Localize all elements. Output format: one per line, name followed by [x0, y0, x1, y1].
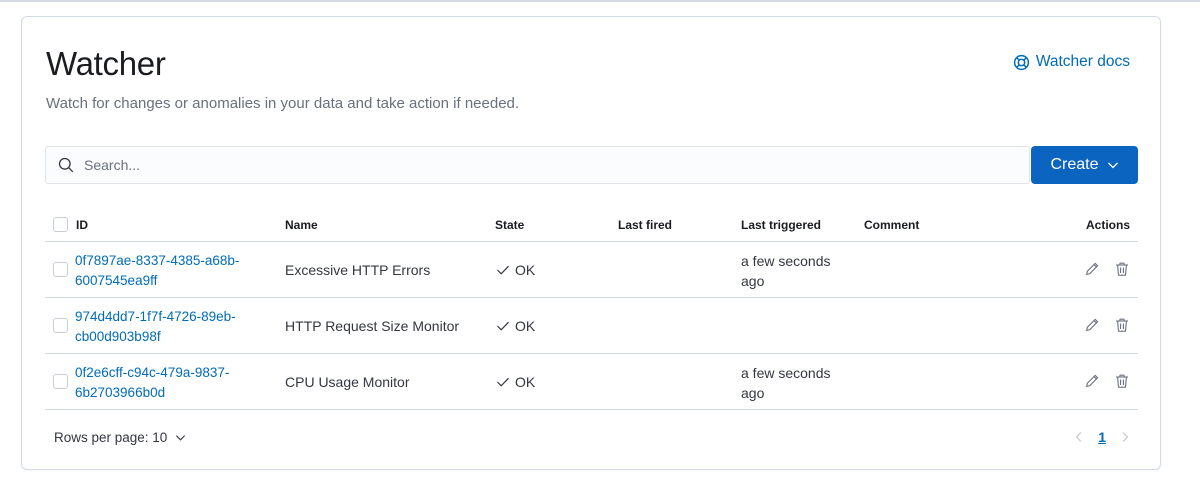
row-checkbox[interactable] [53, 374, 68, 389]
column-header-actions: Actions [1085, 218, 1130, 232]
column-header-id[interactable]: ID [76, 218, 88, 232]
create-button[interactable]: Create [1031, 146, 1138, 184]
trash-icon[interactable] [1114, 373, 1130, 389]
select-all-checkbox[interactable] [53, 217, 68, 232]
watch-state: OK [496, 374, 535, 390]
watch-last-triggered: a few seconds ago [741, 253, 831, 289]
pencil-icon[interactable] [1084, 317, 1100, 333]
watch-state: OK [496, 262, 535, 278]
watch-state: OK [496, 318, 535, 334]
table-row: 0f2e6cff-c94c-479a-9837-6b2703966b0d CPU… [45, 354, 1138, 410]
search-bar[interactable] [45, 146, 1030, 184]
watcher-docs-link[interactable]: Watcher docs [1013, 53, 1130, 71]
help-circle-icon [1013, 54, 1030, 71]
search-input[interactable] [84, 157, 984, 173]
column-header-last-fired[interactable]: Last fired [618, 218, 672, 232]
column-header-name[interactable]: Name [285, 218, 318, 232]
check-icon [496, 376, 510, 388]
check-icon [496, 264, 510, 276]
watch-state-label: OK [515, 374, 536, 390]
check-icon [496, 320, 510, 332]
rows-per-page-label: Rows per page: 10 [54, 430, 168, 445]
watch-id-link[interactable]: 0f7897ae-8337-4385-a68b-6007545ea9ff [75, 251, 265, 291]
pagination: 1 [1074, 429, 1130, 445]
chevron-left-icon[interactable] [1074, 431, 1084, 443]
watcher-panel: Watcher Watcher docs Watch for changes o… [21, 16, 1161, 470]
page-subtitle: Watch for changes or anomalies in your d… [46, 95, 520, 112]
column-header-state[interactable]: State [495, 218, 524, 232]
table-row: 0f7897ae-8337-4385-a68b-6007545ea9ff Exc… [45, 242, 1138, 298]
watch-name: CPU Usage Monitor [285, 374, 410, 390]
watcher-docs-label: Watcher docs [1035, 53, 1130, 70]
trash-icon[interactable] [1114, 317, 1130, 333]
page-number-button[interactable]: 1 [1098, 429, 1106, 445]
row-actions [1084, 261, 1130, 277]
row-actions [1084, 317, 1130, 333]
column-header-comment[interactable]: Comment [864, 218, 919, 232]
watch-id-link[interactable]: 0f2e6cff-c94c-479a-9837-6b2703966b0d [75, 363, 265, 403]
column-header-last-triggered[interactable]: Last triggered [741, 218, 821, 232]
watch-last-triggered: a few seconds ago [741, 365, 831, 401]
chevron-down-icon [1107, 159, 1119, 171]
table-footer: Rows per page: 10 1 [45, 424, 1138, 454]
watch-state-label: OK [515, 262, 536, 278]
row-actions [1084, 373, 1130, 389]
top-divider [0, 0, 1200, 2]
watch-name: Excessive HTTP Errors [285, 262, 431, 278]
chevron-right-icon[interactable] [1120, 431, 1130, 443]
create-button-label: Create [1050, 156, 1099, 173]
pencil-icon[interactable] [1084, 261, 1100, 277]
trash-icon[interactable] [1114, 261, 1130, 277]
table-row: 974d4dd7-1f7f-4726-89eb-cb00d903b98f HTT… [45, 298, 1138, 354]
watch-state-label: OK [515, 318, 536, 334]
pencil-icon[interactable] [1084, 373, 1100, 389]
chevron-down-icon [175, 432, 186, 443]
table-header: ID Name State Last fired Last triggered … [45, 202, 1138, 242]
page-title: Watcher [46, 45, 166, 82]
search-icon [58, 157, 74, 173]
watch-name: HTTP Request Size Monitor [285, 318, 460, 334]
watches-table: ID Name State Last fired Last triggered … [45, 202, 1138, 410]
watch-id-link[interactable]: 974d4dd7-1f7f-4726-89eb-cb00d903b98f [75, 307, 265, 347]
row-checkbox[interactable] [53, 262, 68, 277]
rows-per-page-select[interactable]: Rows per page: 10 [54, 430, 186, 445]
row-checkbox[interactable] [53, 318, 68, 333]
